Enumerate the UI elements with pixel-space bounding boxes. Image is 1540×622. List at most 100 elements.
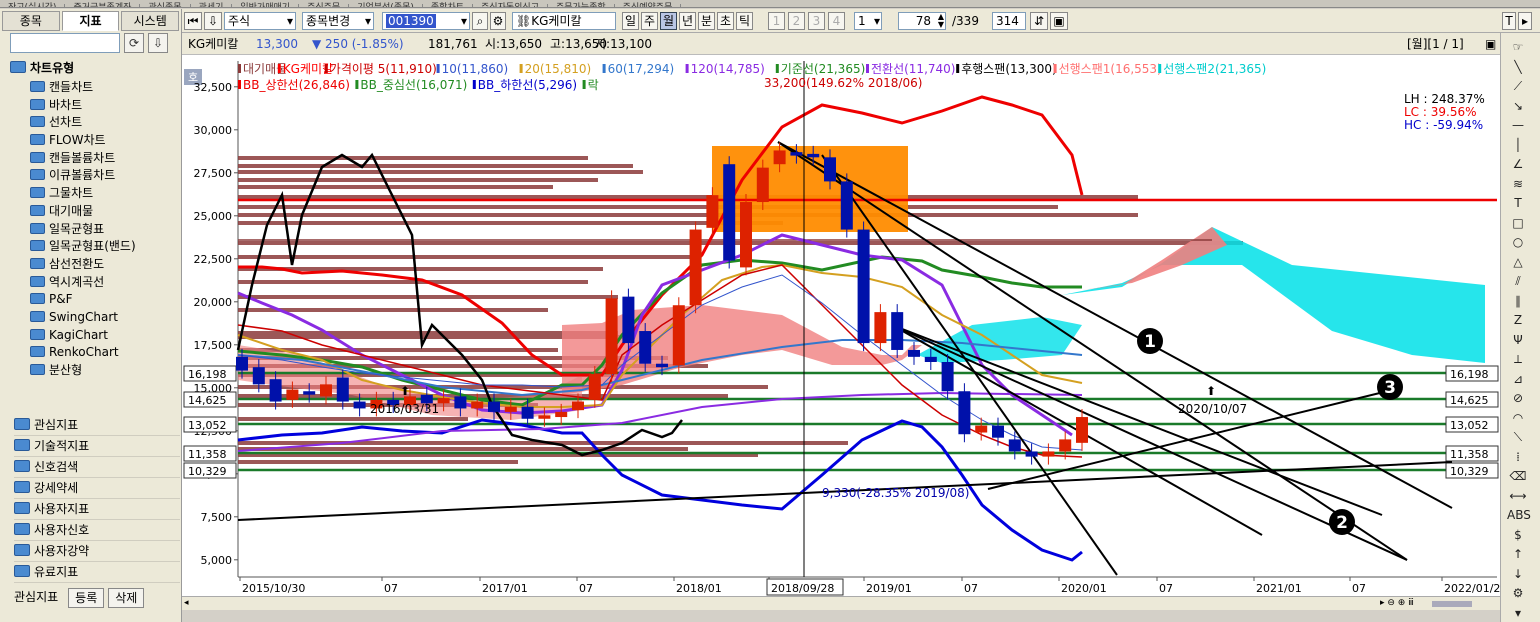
- chart-type-item[interactable]: SwingChart: [30, 309, 180, 327]
- time-zone-icon[interactable]: ⁞: [1507, 449, 1529, 466]
- scroll-left-icon[interactable]: ◂: [184, 598, 189, 608]
- chart-type-item[interactable]: 캔들볼륨차트: [30, 150, 180, 168]
- chart-type-folder[interactable]: 차트유형: [10, 59, 180, 77]
- chart-type-item[interactable]: P&F: [30, 291, 180, 309]
- spinner-icon[interactable]: ▲ ▼: [938, 13, 944, 29]
- indicator-category[interactable]: 관심지표: [14, 415, 180, 436]
- chart-type-item[interactable]: 캔들차트: [30, 79, 180, 97]
- indicator-category[interactable]: 사용자지표: [14, 499, 180, 520]
- period-button[interactable]: 주: [641, 12, 658, 30]
- chart-type-item[interactable]: 일목균형표: [30, 221, 180, 239]
- chart-type-item[interactable]: RenkoChart: [30, 344, 180, 362]
- window-tab[interactable]: 주문가능종합: [548, 4, 615, 7]
- line-icon[interactable]: ╲: [1507, 59, 1529, 76]
- rectangle-icon[interactable]: □: [1507, 215, 1529, 232]
- stock-code-input[interactable]: 001390 ▾: [382, 12, 470, 30]
- chart-type-item[interactable]: 그물차트: [30, 185, 180, 203]
- zoom-controls[interactable]: ▸ ⊖ ⊕ ⅲ: [1380, 598, 1414, 608]
- pitchfork-icon[interactable]: Ψ: [1507, 332, 1529, 349]
- text-tool-icon[interactable]: T: [1502, 12, 1516, 30]
- chart-type-item[interactable]: 역시계곡선: [30, 274, 180, 292]
- multiple-button[interactable]: 2: [788, 12, 805, 30]
- window-tab[interactable]: 주식주문: [299, 4, 350, 7]
- chart-type-item[interactable]: FLOW차트: [30, 132, 180, 150]
- arrow-right-icon[interactable]: ▸: [1518, 12, 1532, 30]
- chart-area[interactable]: 호 32,500 30,000 27,500 25,000 22,500 20,000 17,…: [182, 55, 1507, 622]
- price-chart[interactable]: 호32,50030,00027,50025,00022,50020,00017,…: [182, 55, 1507, 596]
- window-tab[interactable]: 주식자동외신고: [473, 4, 548, 7]
- indicator-search-input[interactable]: [10, 33, 120, 53]
- window-tab[interactable]: 관세기: [191, 4, 233, 7]
- search-icon[interactable]: ⌕: [472, 12, 488, 30]
- save-icon[interactable]: ⇩: [204, 12, 222, 30]
- multiple-button[interactable]: 1: [768, 12, 785, 30]
- indicator-category[interactable]: 신호검색: [14, 457, 180, 478]
- stock-name-field[interactable]: ⛓KG케미칼: [512, 12, 616, 30]
- indicator-category[interactable]: 유료지표: [14, 562, 180, 583]
- tab-indicators[interactable]: 지표: [61, 11, 120, 31]
- period-button[interactable]: 일: [622, 12, 639, 30]
- parallel-icon[interactable]: ∥: [1507, 293, 1529, 310]
- market-type-select[interactable]: 주식 ▾: [224, 12, 296, 30]
- cycle-icon[interactable]: ⊘: [1507, 390, 1529, 407]
- chart-type-item[interactable]: 바차트: [30, 97, 180, 115]
- down-arrow-icon[interactable]: ↓: [1507, 566, 1529, 583]
- apply-icon[interactable]: ⇵: [1030, 12, 1048, 30]
- channel-icon[interactable]: ⫽: [1507, 273, 1529, 290]
- count-select[interactable]: 1 ▾: [854, 12, 882, 30]
- data-count-input[interactable]: 78 ▲ ▼: [898, 12, 946, 30]
- indicator-category[interactable]: 사용자신호: [14, 520, 180, 541]
- eraser-icon[interactable]: ⌫: [1507, 468, 1529, 485]
- cursor-icon[interactable]: ☞: [1507, 39, 1529, 56]
- text-icon[interactable]: T: [1507, 195, 1529, 212]
- speed-line-icon[interactable]: ⟍: [1507, 429, 1529, 446]
- multiple-button[interactable]: 4: [828, 12, 845, 30]
- first-icon[interactable]: ⏮: [184, 12, 202, 30]
- period-button[interactable]: 분: [698, 12, 715, 30]
- tool-icon[interactable]: ⚙: [490, 12, 506, 30]
- tab-system[interactable]: 시스템: [121, 11, 180, 31]
- chart-scrollbar[interactable]: ◂ ▸ ⊖ ⊕ ⅲ: [182, 596, 1500, 610]
- gann-icon[interactable]: ⊿: [1507, 371, 1529, 388]
- chart-type-item[interactable]: KagiChart: [30, 327, 180, 345]
- change-stock-select[interactable]: 종목변경 ▾: [302, 12, 374, 30]
- circle-icon[interactable]: ○: [1507, 234, 1529, 251]
- chart-type-item[interactable]: 이큐볼륨차트: [30, 167, 180, 185]
- delete-button[interactable]: 삭제: [108, 588, 145, 608]
- window-tab[interactable]: 종합차트: [423, 4, 474, 7]
- chart-type-item[interactable]: 일목균형표(밴드): [30, 238, 180, 256]
- angle-icon[interactable]: ∠: [1507, 156, 1529, 173]
- indicator-category[interactable]: 사용자강약: [14, 541, 180, 562]
- period-button[interactable]: 초: [717, 12, 734, 30]
- download-icon[interactable]: ⇩: [148, 33, 168, 53]
- scroll-down-icon[interactable]: ▾: [1507, 605, 1529, 622]
- disk-icon[interactable]: ▣: [1050, 12, 1068, 30]
- indicator-category[interactable]: 강세약세: [14, 478, 180, 499]
- horizontal-line-icon[interactable]: —: [1507, 117, 1529, 134]
- refresh-icon[interactable]: ⟳: [124, 33, 144, 53]
- arrow-line-icon[interactable]: ↘: [1507, 98, 1529, 115]
- zoom-slider[interactable]: [1432, 601, 1472, 607]
- indicator-category[interactable]: 기술적지표: [14, 436, 180, 457]
- window-tab[interactable]: 잔고(실시간): [0, 4, 66, 7]
- vertical-line-icon[interactable]: │: [1507, 137, 1529, 154]
- fan-icon[interactable]: ⟂: [1507, 351, 1529, 368]
- up-arrow-icon[interactable]: ↑: [1507, 546, 1529, 563]
- arc-icon[interactable]: ◠: [1507, 410, 1529, 427]
- zigzag-icon[interactable]: Z: [1507, 312, 1529, 329]
- window-tab[interactable]: 주식예약주문: [615, 4, 682, 7]
- view-count-input[interactable]: 314: [992, 12, 1026, 30]
- ruler-icon[interactable]: ⟷: [1507, 488, 1529, 505]
- abs-icon[interactable]: ABS: [1507, 507, 1531, 524]
- chart-type-item[interactable]: 삼선전환도: [30, 256, 180, 274]
- chart-type-item[interactable]: 선차트: [30, 114, 180, 132]
- chart-type-item[interactable]: 분산형: [30, 362, 180, 380]
- period-button[interactable]: 월: [660, 12, 677, 30]
- window-tab[interactable]: 증거금부족계좌: [65, 4, 141, 7]
- trend-line-icon[interactable]: ⟋: [1507, 78, 1529, 95]
- register-button[interactable]: 등록: [68, 588, 105, 608]
- period-button[interactable]: 년: [679, 12, 696, 30]
- fib-icon[interactable]: ≋: [1507, 176, 1529, 193]
- window-tab[interactable]: 기업분석(종목): [349, 4, 423, 7]
- window-tab[interactable]: 관심종목: [140, 4, 191, 7]
